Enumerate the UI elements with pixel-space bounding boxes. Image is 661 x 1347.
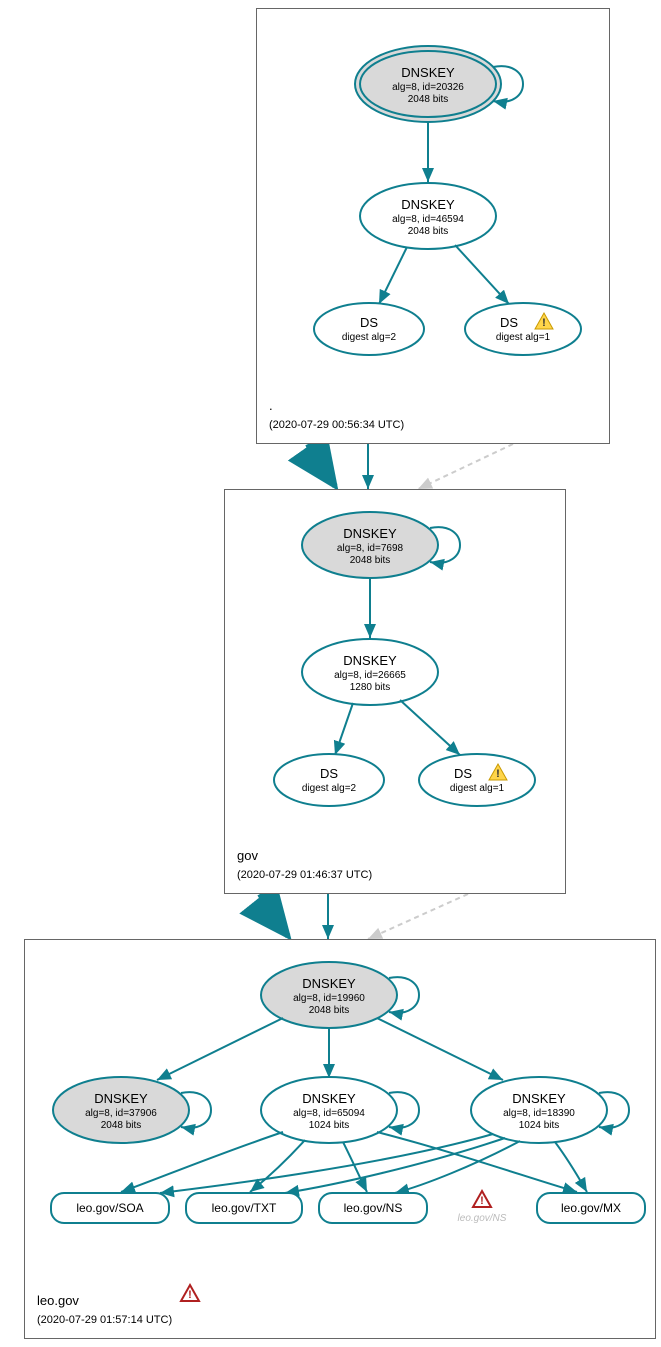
dnskey-line1: alg=8, id=37906 (85, 1108, 157, 1119)
dnskey-line2: 2048 bits (408, 226, 449, 237)
ds-node-gov-right: DS digest alg=1 ! (419, 754, 535, 806)
zone-name: gov (237, 848, 258, 863)
dnskey-title: DNSKEY (401, 197, 455, 212)
ds-line1: digest alg=2 (342, 332, 397, 343)
edge (285, 1138, 505, 1193)
edge (395, 1141, 520, 1193)
ds-title: DS (500, 315, 518, 330)
dnskey-node-root-top: DNSKEY alg=8, id=20326 2048 bits (355, 46, 501, 122)
edge (455, 245, 509, 304)
dnskey-node-root-mid: DNSKEY alg=8, id=46594 2048 bits (360, 183, 496, 249)
zone-name: leo.gov (37, 1293, 79, 1308)
ds-line1: digest alg=1 (496, 332, 551, 343)
edge (379, 247, 407, 304)
zone-time: (2020-07-29 00:56:34 UTC) (269, 419, 404, 431)
zone-time: (2020-07-29 01:46:37 UTC) (237, 869, 372, 881)
dnskey-title: DNSKEY (343, 653, 397, 668)
error-icon: ! (181, 1285, 199, 1301)
dnskey-node-gov-top: DNSKEY alg=8, id=7698 2048 bits (302, 512, 438, 578)
ds-node-root-right: DS digest alg=1 ! (465, 303, 581, 355)
dnskey-line2: 2048 bits (309, 1005, 350, 1016)
edge (250, 1140, 305, 1192)
dnskey-node-gov-mid: DNSKEY alg=8, id=26665 1280 bits (302, 639, 438, 705)
error-icon: ! (473, 1191, 491, 1207)
svg-text:!: ! (480, 1195, 484, 1207)
dnskey-line2: 1024 bits (309, 1120, 350, 1131)
dnskey-line1: alg=8, id=19960 (293, 993, 365, 1004)
dnskey-line1: alg=8, id=26665 (334, 670, 406, 681)
dnskey-line2: 1024 bits (519, 1120, 560, 1131)
zone-name: . (269, 398, 273, 413)
ds-line1: digest alg=1 (450, 783, 505, 794)
dnskey-title: DNSKEY (302, 1091, 356, 1106)
ds-node-root-left: DS digest alg=2 (314, 303, 424, 355)
svg-text:!: ! (188, 1289, 192, 1301)
dnskey-node-leo-right: DNSKEY alg=8, id=18390 1024 bits (471, 1077, 607, 1143)
dnskey-title: DNSKEY (512, 1091, 566, 1106)
dnskey-line1: alg=8, id=7698 (337, 543, 404, 554)
edge-insecure (418, 444, 513, 489)
ds-title: DS (454, 766, 472, 781)
dnskey-title: DNSKEY (401, 65, 455, 80)
dnskey-line1: alg=8, id=18390 (503, 1108, 575, 1119)
edge (343, 1142, 367, 1192)
edge (377, 1018, 503, 1080)
dnskey-title: DNSKEY (94, 1091, 148, 1106)
rr-ns: leo.gov/NS (319, 1193, 427, 1223)
dnskey-line1: alg=8, id=46594 (392, 214, 464, 225)
ds-title: DS (320, 766, 338, 781)
dnskey-line1: alg=8, id=65094 (293, 1108, 365, 1119)
ds-line1: digest alg=2 (302, 783, 357, 794)
dnskey-line2: 2048 bits (101, 1120, 142, 1131)
zone-delegation-arrow (308, 444, 335, 486)
dnskey-title: DNSKEY (343, 526, 397, 541)
dnskey-node-leo-left: DNSKEY alg=8, id=37906 2048 bits (53, 1077, 189, 1143)
zone-leo: DNSKEY alg=8, id=19960 2048 bits DNSKEY … (24, 939, 656, 1339)
rr-label-gray: leo.gov/NS (458, 1213, 507, 1224)
ds-node-gov-left: DS digest alg=2 (274, 754, 384, 806)
dnskey-line2: 2048 bits (350, 555, 391, 566)
zone-delegation-arrow (260, 894, 288, 936)
rr-label: leo.gov/TXT (212, 1201, 277, 1215)
svg-text:!: ! (542, 317, 546, 329)
zone-time: (2020-07-29 01:57:14 UTC) (37, 1314, 172, 1326)
rr-label: leo.gov/NS (344, 1201, 403, 1215)
svg-text:!: ! (496, 768, 500, 780)
dnskey-line2: 2048 bits (408, 94, 449, 105)
rr-label: leo.gov/MX (561, 1201, 621, 1215)
edge (400, 700, 460, 755)
rr-label: leo.gov/SOA (76, 1201, 143, 1215)
zone-gov: DNSKEY alg=8, id=7698 2048 bits DNSKEY a… (224, 489, 566, 894)
rr-mx: leo.gov/MX (537, 1193, 645, 1223)
edge (157, 1018, 283, 1080)
edge (555, 1142, 587, 1192)
edge (335, 703, 353, 755)
dnskey-line2: 1280 bits (350, 682, 391, 693)
rr-ns-error: ! leo.gov/NS (458, 1191, 507, 1224)
zone-root: DNSKEY alg=8, id=20326 2048 bits DNSKEY … (256, 8, 610, 444)
rr-soa: leo.gov/SOA (51, 1193, 169, 1223)
rr-txt: leo.gov/TXT (186, 1193, 302, 1223)
dnskey-title: DNSKEY (302, 976, 356, 991)
ds-title: DS (360, 315, 378, 330)
dnskey-line1: alg=8, id=20326 (392, 82, 464, 93)
edge-insecure (368, 894, 468, 939)
